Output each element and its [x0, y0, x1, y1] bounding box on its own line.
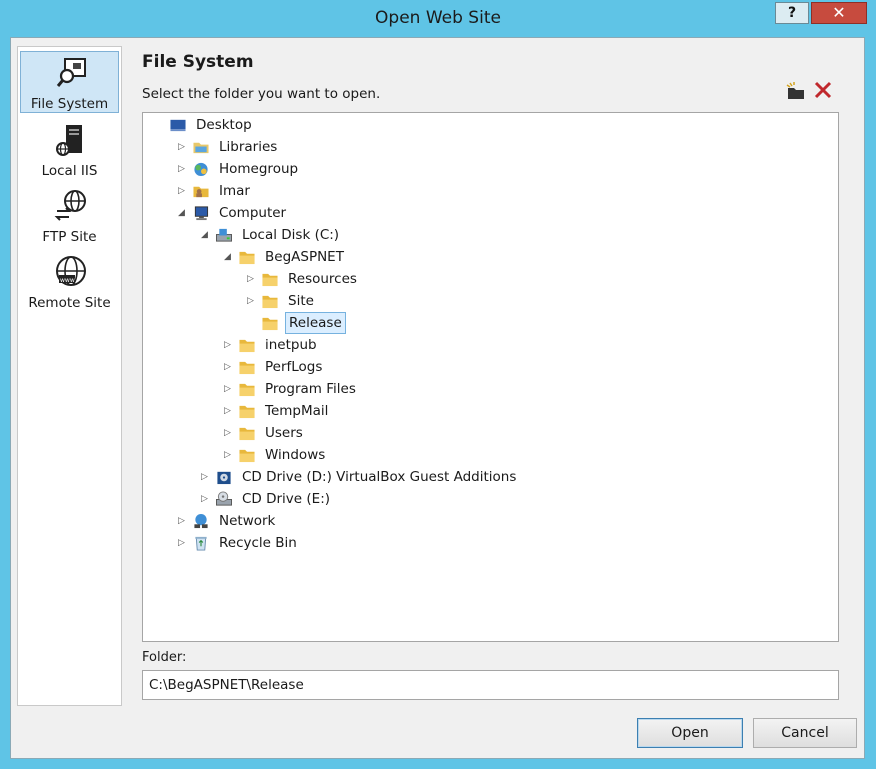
sidebar-item-label: Remote Site: [28, 295, 111, 311]
sidebar-item-remote-site[interactable]: www Remote Site: [18, 251, 121, 313]
libraries-icon: [193, 142, 209, 154]
sidebar-item-label: File System: [30, 96, 109, 112]
collapse-arrow-icon[interactable]: ◢: [201, 225, 213, 246]
no-expander: [247, 313, 259, 334]
folder-label: Folder:: [142, 650, 187, 665]
tree-node-label: Network: [219, 513, 276, 529]
page-title: File System: [142, 52, 254, 72]
expand-arrow-icon[interactable]: ▷: [178, 159, 190, 180]
globe-transfer-icon: [54, 190, 86, 221]
cd-box-icon: [217, 471, 231, 485]
tree-node-label: Imar: [219, 183, 250, 199]
network-icon: [194, 513, 208, 529]
tree-node-label: inetpub: [265, 337, 317, 353]
sidebar-item-label: FTP Site: [42, 229, 97, 245]
globe-www-icon: www: [56, 256, 86, 286]
expand-arrow-icon[interactable]: ▷: [178, 181, 190, 202]
folder-icon: [239, 339, 255, 353]
tree-node-label: CD Drive (D:) VirtualBox Guest Additions: [242, 469, 517, 485]
folder-icon: [239, 361, 255, 375]
help-button[interactable]: ?: [775, 2, 809, 24]
tree-node-label: Recycle Bin: [219, 535, 297, 551]
tree-node-label: CD Drive (E:): [242, 491, 331, 507]
tree-node-label: Desktop: [196, 117, 252, 133]
tree-node-label: Program Files: [265, 381, 356, 397]
tree-node-label: Resources: [288, 271, 357, 287]
tree-node-label: Users: [265, 425, 303, 441]
folder-icon: [262, 295, 278, 309]
expand-arrow-icon[interactable]: ▷: [224, 401, 236, 422]
no-expander: [155, 115, 167, 136]
collapse-arrow-icon[interactable]: ◢: [224, 247, 236, 268]
cd-drive-icon: [216, 491, 232, 506]
expand-arrow-icon[interactable]: ▷: [201, 467, 213, 488]
instruction-text: Select the folder you want to open.: [142, 86, 381, 102]
expand-arrow-icon[interactable]: ▷: [224, 445, 236, 466]
tree-node-label: Homegroup: [219, 161, 299, 177]
svg-text:www: www: [60, 277, 75, 284]
expand-arrow-icon[interactable]: ▷: [224, 335, 236, 356]
file-system-icon: [56, 58, 86, 87]
expand-arrow-icon[interactable]: ▷: [224, 423, 236, 444]
expand-arrow-icon[interactable]: ▷: [178, 533, 190, 554]
server-icon: [56, 125, 82, 156]
expand-arrow-icon[interactable]: ▷: [178, 137, 190, 158]
tree-node-label: TempMail: [265, 403, 329, 419]
title-bar: Open Web Site ? ✕: [0, 0, 876, 36]
tree-node-label: Windows: [265, 447, 326, 463]
window-title: Open Web Site: [375, 8, 501, 28]
tree-node-label: Release: [285, 312, 346, 334]
expand-arrow-icon[interactable]: ▷: [224, 379, 236, 400]
dialog-client: File System Local IIS FTP Site www Remot…: [10, 37, 865, 759]
open-button[interactable]: Open: [637, 718, 743, 748]
tree-node-label: PerfLogs: [265, 359, 323, 375]
close-button[interactable]: ✕: [811, 2, 867, 24]
collapse-arrow-icon[interactable]: ◢: [178, 203, 190, 224]
folder-icon: [239, 449, 255, 463]
sidebar-item-label: Local IIS: [41, 163, 98, 179]
folder-icon: [239, 383, 255, 397]
tree-node-label: Site: [288, 293, 314, 309]
location-sidebar: File System Local IIS FTP Site www Remot…: [17, 46, 122, 706]
tree-node-label: Local Disk (C:): [242, 227, 340, 243]
folder-path-input[interactable]: C:\BegASPNET\Release: [142, 670, 839, 700]
tree-node-label: BegASPNET: [265, 249, 344, 265]
computer-icon: [194, 206, 209, 221]
new-folder-icon[interactable]: [786, 82, 806, 100]
sidebar-item-local-iis[interactable]: Local IIS: [18, 119, 121, 181]
expand-arrow-icon[interactable]: ▷: [201, 489, 213, 510]
user-folder-icon: [193, 186, 209, 198]
tree-node-label: Computer: [219, 205, 287, 221]
cancel-button[interactable]: Cancel: [753, 718, 857, 748]
folder-icon: [262, 273, 278, 287]
expand-arrow-icon[interactable]: ▷: [224, 357, 236, 378]
disk-icon: [216, 228, 232, 242]
recycle-bin-icon: [195, 536, 207, 551]
expand-arrow-icon[interactable]: ▷: [178, 511, 190, 532]
tree-node-label: Libraries: [219, 139, 278, 155]
expand-arrow-icon[interactable]: ▷: [247, 269, 259, 290]
expand-arrow-icon[interactable]: ▷: [247, 291, 259, 312]
delete-icon[interactable]: [813, 80, 833, 100]
homegroup-icon: [194, 162, 208, 177]
folder-icon: [262, 317, 278, 331]
folder-icon: [239, 251, 255, 265]
sidebar-item-ftp-site[interactable]: FTP Site: [18, 185, 121, 247]
folder-icon: [239, 405, 255, 419]
desktop-icon: [170, 119, 186, 132]
sidebar-item-file-system[interactable]: File System: [20, 51, 119, 113]
folder-icon: [239, 427, 255, 441]
folder-tree[interactable]: Desktop ▷ Libraries ▷ Homegroup ▷ Imar ◢ Compute…: [142, 112, 839, 642]
